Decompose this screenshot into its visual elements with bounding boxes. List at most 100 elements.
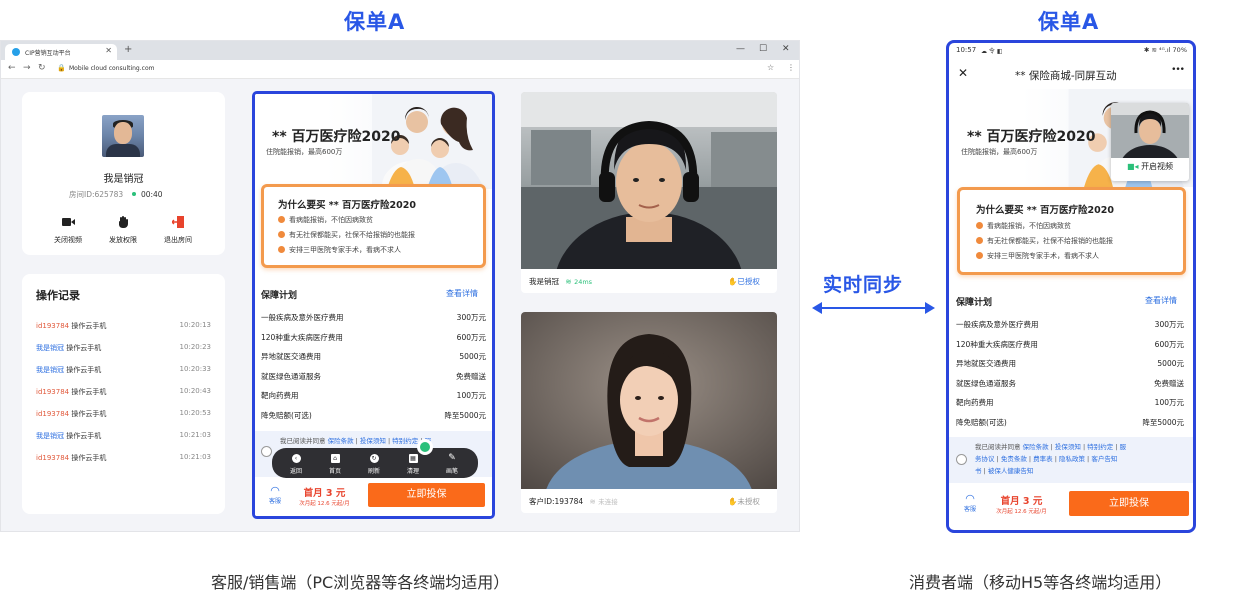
log-row: id193784 操作云手机 10:20:53	[36, 409, 211, 419]
right-title: 保单A	[1038, 10, 1100, 34]
customer-video-tile: 客户ID:193784 ≋ 未连接 ✋未授权	[521, 312, 777, 513]
why-buy-box: 为什么要买 ** 百万医疗险2020 看病能报销，不怕因病致贫 有无社保都能买，…	[261, 184, 486, 268]
terms-link[interactable]: 书	[975, 467, 982, 475]
favicon-icon	[12, 48, 20, 56]
terms-link[interactable]: 隐私政策	[1059, 455, 1085, 463]
new-tab-button[interactable]: +	[124, 44, 132, 55]
browser-menu-icon[interactable]: ⋮	[787, 63, 795, 72]
cloud-phone-screen[interactable]: ** 百万医疗险2020 住院能报销，最高600万 为什么要买 ** 百万医疗险…	[252, 91, 495, 519]
terms-link[interactable]: 费率表	[1033, 455, 1053, 463]
status-icons-left: ☁ 令 ◧	[981, 48, 1003, 55]
log-row: id193784 操作云手机 10:20:43	[36, 387, 211, 397]
check-icon	[278, 246, 285, 253]
signal-icon: ≋	[565, 277, 572, 286]
log-time: 10:20:33	[179, 365, 211, 373]
terms-link[interactable]: 保险条款	[328, 437, 354, 445]
pip-video[interactable]: ■◂ 开启视频	[1111, 103, 1189, 181]
product-subtitle: 住院能报销，最高600万	[961, 148, 1038, 156]
video-camera-icon: ■◂	[1126, 162, 1139, 171]
plan-item-value: 600万元	[1154, 339, 1184, 349]
close-video-button[interactable]: 关闭视频	[43, 216, 93, 245]
log-row: id193784 操作云手机 10:20:13	[36, 321, 211, 331]
agent-video-feed	[521, 92, 777, 269]
agree-radio[interactable]	[261, 446, 272, 457]
terms-link[interactable]: 免责条款	[1001, 455, 1027, 463]
plan-row: 就医绿色通道服务 免费赠送	[956, 378, 1184, 389]
url-field[interactable]: Mobile cloud consulting.com	[69, 65, 154, 72]
toolbar-clean-button[interactable]: ▦ 清理	[398, 454, 428, 475]
terms-link[interactable]: 服	[1120, 443, 1127, 451]
service-button[interactable]: ◠ 客服	[267, 485, 283, 505]
minimize-button[interactable]: —	[736, 44, 745, 54]
open-video-button[interactable]: ■◂ 开启视频	[1111, 161, 1189, 172]
hand-icon: ✋	[728, 497, 738, 506]
terms-link[interactable]: 投保须知	[1055, 443, 1081, 451]
browser-tab[interactable]: CIP营销互动平台 ✕	[5, 44, 117, 60]
more-icon[interactable]: •••	[1171, 65, 1185, 75]
terms-link[interactable]: 务协议	[975, 455, 995, 463]
bottom-bar: ◠ 客服 首月 3 元 次月起 12.6 元起/月 立即投保	[255, 479, 492, 516]
exit-room-button[interactable]: 退出房间	[153, 216, 203, 245]
log-user: 我是销冠	[36, 366, 64, 374]
agent-video-tile: 我是销冠 ≋ 24ms ✋已授权	[521, 92, 777, 293]
check-icon	[976, 222, 983, 229]
terms-link[interactable]: 特别约定	[392, 437, 418, 445]
terms-link[interactable]: 被保人健康告知	[988, 467, 1034, 475]
product-title: ** 百万医疗险2020	[967, 129, 1096, 145]
reload-icon[interactable]: ↻	[38, 63, 46, 73]
terms-link[interactable]: 保险条款	[1023, 443, 1049, 451]
bookmark-star-icon[interactable]: ☆	[767, 63, 774, 72]
customer-auth-status[interactable]: ✋未授权	[728, 496, 760, 507]
terms-link[interactable]: 特别约定	[1087, 443, 1113, 451]
view-details-link[interactable]: 查看详情	[1145, 295, 1177, 306]
toolbar-home-button[interactable]: ⌂ 首页	[320, 454, 350, 475]
status-bar: 10:57 ☁ 令 ◧ ✱ ≋ ⁴ᴳ.ıl 70%	[956, 46, 1187, 55]
tab-title: CIP营销互动平台	[25, 50, 71, 57]
close-tab-icon[interactable]: ✕	[105, 46, 112, 55]
log-row: id193784 操作云手机 10:21:03	[36, 453, 211, 463]
log-user: id193784	[36, 454, 70, 462]
toolbar-back-button[interactable]: ‹ 返回	[281, 454, 311, 475]
toolbar-pen-button[interactable]: ✎ 画笔	[437, 454, 467, 476]
plan-item-value: 降至5000元	[444, 410, 486, 420]
remote-control-toolbar: ‹ 返回 ⌂ 首页 ↻ 刷新 ▦ 清理 ✎ 画笔	[272, 448, 478, 478]
view-details-link[interactable]: 查看详情	[446, 288, 478, 299]
plan-item-name: 异地就医交通费用	[956, 359, 1016, 368]
drag-handle[interactable]	[417, 439, 433, 455]
operation-log-card: 操作记录 id193784 操作云手机 10:20:13 我是销冠 操作云手机 10:…	[22, 274, 225, 514]
forward-nav-icon[interactable]: →	[23, 63, 31, 73]
log-row: 我是销冠 操作云手机 10:21:03	[36, 431, 211, 441]
buy-now-button[interactable]: 立即投保	[1069, 491, 1189, 516]
online-dot-icon	[131, 192, 136, 196]
product-subtitle: 住院能报销，最高600万	[266, 148, 343, 156]
buy-now-button[interactable]: 立即投保	[368, 483, 485, 507]
agent-auth-status[interactable]: ✋已授权	[728, 276, 760, 287]
log-action: 操作云手机	[66, 432, 102, 440]
maximize-button[interactable]: ☐	[759, 44, 767, 54]
address-bar: ← → ↻ 🔒 Mobile cloud consulting.com ☆ ⋮	[1, 60, 799, 79]
browser-window: CIP营销互动平台 ✕ + — ☐ ✕ ← → ↻ 🔒 Mobile cloud…	[0, 40, 800, 532]
agree-radio[interactable]	[956, 454, 967, 465]
terms-link[interactable]: 客户告知	[1091, 455, 1117, 463]
lock-icon: 🔒	[57, 64, 66, 72]
log-action: 操作云手机	[71, 322, 107, 330]
toolbar-refresh-button[interactable]: ↻ 刷新	[359, 454, 389, 475]
plan-row: 一般疾病及意外医疗费用 300万元	[956, 319, 1184, 330]
why-buy-title: 为什么要买 ** 百万医疗险2020	[278, 200, 416, 211]
plan-row: 120种重大疾病医疗费用 600万元	[956, 339, 1184, 350]
log-time: 10:20:13	[179, 321, 211, 329]
service-button[interactable]: ◠ 客服	[962, 493, 978, 513]
close-icon[interactable]: ✕	[958, 66, 968, 80]
tab-bar: CIP营销互动平台 ✕ + — ☐ ✕	[1, 41, 799, 60]
plan-row: 一般疾病及意外医疗费用 300万元	[261, 312, 486, 323]
video-camera-icon	[43, 216, 93, 230]
room-id: 房间ID:625783 00:40	[69, 190, 163, 199]
window-close-button[interactable]: ✕	[782, 44, 790, 54]
why-item: 看病能报销，不怕因病致贫	[976, 221, 1071, 231]
price-subtitle: 次月起 12.6 元起/月	[299, 501, 350, 507]
mobile-device: 10:57 ☁ 令 ◧ ✱ ≋ ⁴ᴳ.ıl 70% ✕ ** 保险商城-同屏互动…	[946, 40, 1196, 533]
terms-link[interactable]: 投保须知	[360, 437, 386, 445]
back-nav-icon[interactable]: ←	[8, 63, 16, 73]
grant-permission-button[interactable]: 发放权限	[98, 216, 148, 245]
plan-row: 120种重大疾病医疗费用 600万元	[261, 332, 486, 343]
